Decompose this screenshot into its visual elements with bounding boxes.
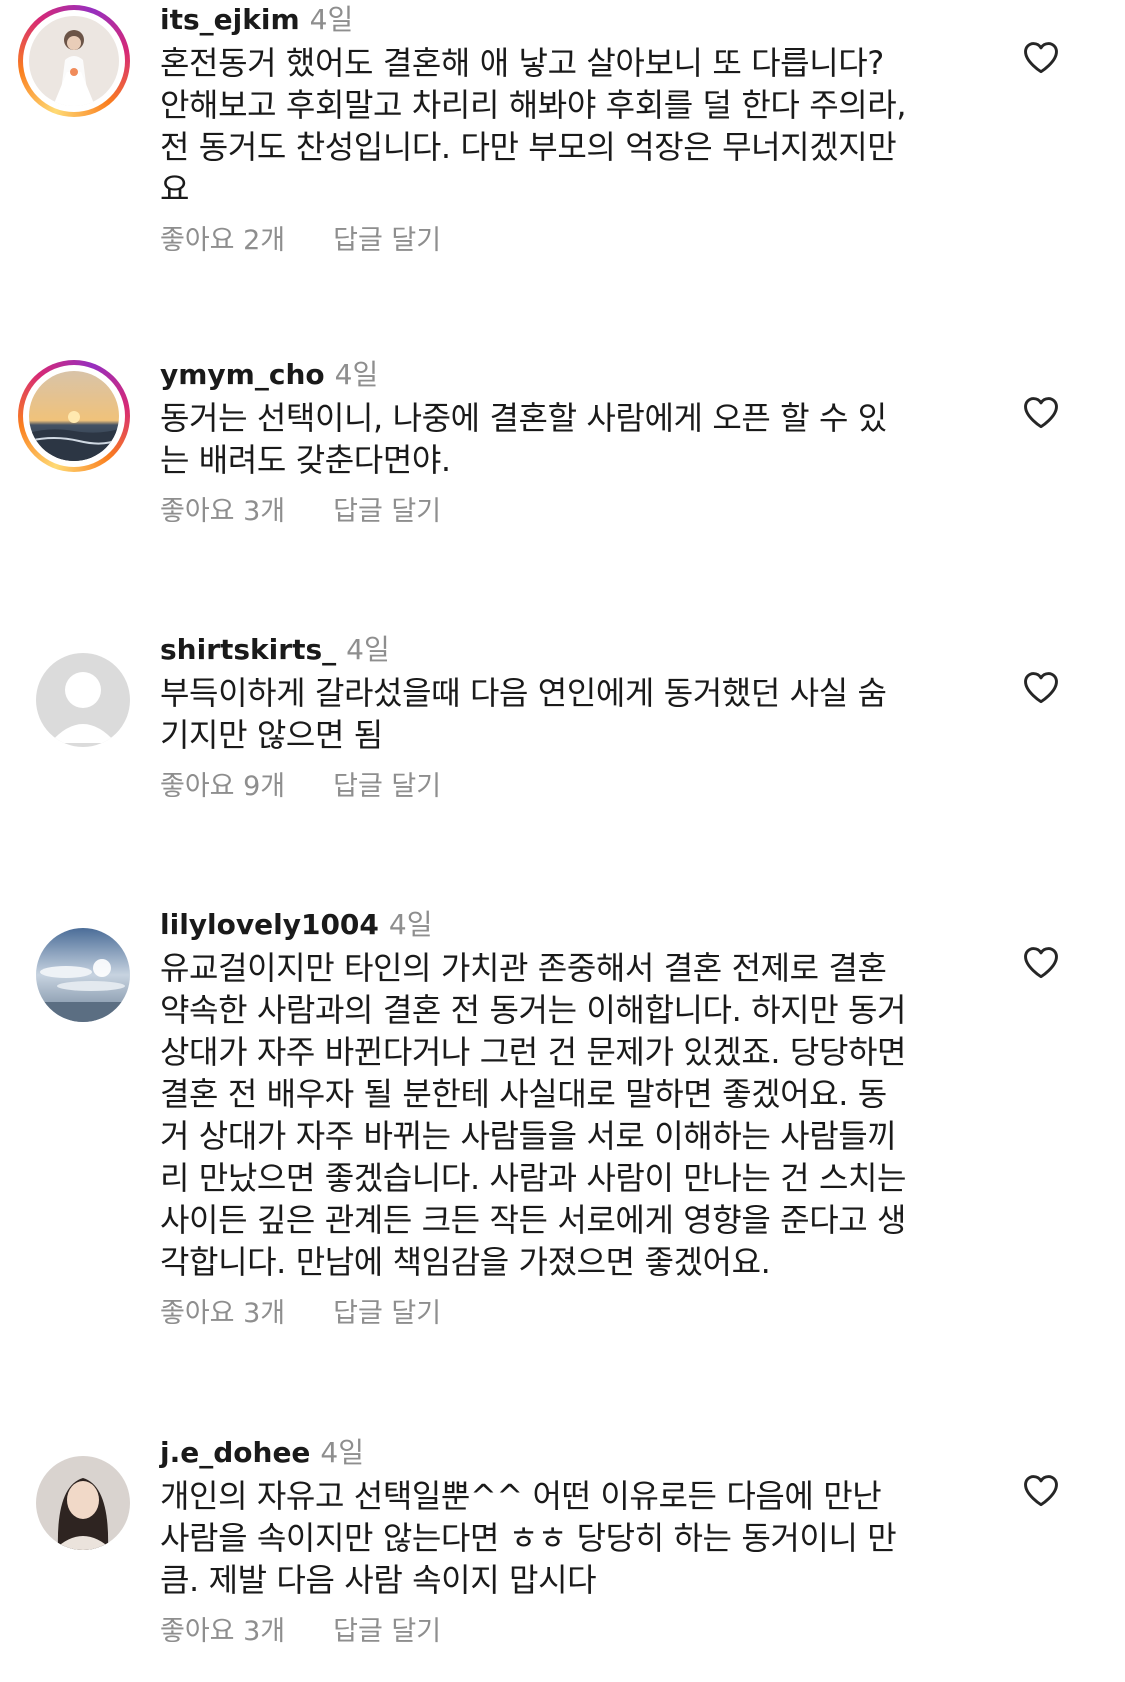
like-count[interactable]: 좋아요 3개	[160, 1297, 285, 1331]
comment-list: its_ejkim 4일 혼전동거 했어도 결혼해 애 낳고 살아보니 또 다릅니…	[0, 0, 1125, 1682]
heart-icon[interactable]	[1022, 670, 1060, 704]
comment-header: j.e_dohee 4일	[160, 1435, 970, 1471]
heart-icon[interactable]	[1022, 945, 1060, 979]
reply-button[interactable]: 답글 달기	[333, 495, 441, 529]
reply-button[interactable]: 답글 달기	[333, 224, 441, 258]
comment-actions: 좋아요 3개 답글 달기	[160, 495, 970, 529]
username[interactable]: lilylovely1004	[160, 908, 379, 941]
like-count[interactable]: 좋아요 2개	[160, 224, 285, 258]
comment-text: 동거는 선택이니, 나중에 결혼할 사람에게 오픈 할 수 있 는 배려도 갖춘…	[160, 399, 887, 479]
heart-icon[interactable]	[1022, 1473, 1060, 1507]
username[interactable]: ymym_cho	[160, 358, 325, 391]
comment-header: shirtskirts_ 4일	[160, 632, 970, 668]
comment-text: 유교걸이지만 타인의 가치관 존중해서 결혼 전제로 결혼 약속한 사람과의 결…	[160, 949, 907, 1281]
timestamp: 4일	[346, 633, 390, 666]
avatar[interactable]	[18, 910, 130, 1022]
reply-button[interactable]: 답글 달기	[333, 1297, 441, 1331]
comment-actions: 좋아요 3개 답글 달기	[160, 1297, 970, 1331]
comment-text: 혼전동거 했어도 결혼해 애 낳고 살아보니 또 다릅니다? 안해보고 후회말고…	[160, 44, 907, 208]
comment-actions: 좋아요 9개 답글 달기	[160, 770, 970, 804]
like-count[interactable]: 좋아요 3개	[160, 1615, 285, 1649]
avatar-photo-sunset	[29, 371, 119, 461]
comment-actions: 좋아요 3개 답글 달기	[160, 1615, 970, 1649]
comment-text: 개인의 자유고 선택일뿐^^ 어떤 이유로든 다음에 만난 사람을 속이지만 않…	[160, 1477, 897, 1599]
timestamp: 4일	[334, 358, 379, 391]
comment-header: lilylovely1004 4일	[160, 907, 970, 943]
like-count[interactable]: 좋아요 3개	[160, 495, 285, 529]
comment-header: its_ejkim 4일	[160, 2, 970, 38]
timestamp: 4일	[320, 1436, 364, 1469]
comment-actions: 좋아요 2개 답글 달기	[160, 224, 970, 258]
heart-icon[interactable]	[1022, 395, 1060, 429]
username[interactable]: j.e_dohee	[160, 1436, 310, 1469]
avatar[interactable]	[18, 360, 130, 472]
username[interactable]: its_ejkim	[160, 3, 300, 36]
avatar[interactable]	[18, 635, 130, 747]
reply-button[interactable]: 답글 달기	[333, 770, 441, 804]
avatar[interactable]	[18, 1438, 130, 1550]
person-silhouette-icon	[36, 653, 130, 747]
reply-button[interactable]: 답글 달기	[333, 1615, 441, 1649]
comment-header: ymym_cho 4일	[160, 357, 970, 393]
avatar-photo-bride	[29, 16, 119, 106]
timestamp: 4일	[388, 908, 433, 941]
timestamp: 4일	[309, 3, 354, 36]
heart-icon[interactable]	[1022, 40, 1060, 74]
like-count[interactable]: 좋아요 9개	[160, 770, 285, 804]
username[interactable]: shirtskirts_	[160, 633, 336, 666]
avatar-photo-sky	[36, 928, 130, 1022]
comment-text: 부득이하게 갈라섰을때 다음 연인에게 동거했던 사실 숨 기지만 않으면 됨	[160, 674, 887, 754]
avatar[interactable]	[18, 5, 130, 117]
avatar-photo-portrait	[36, 1456, 130, 1550]
